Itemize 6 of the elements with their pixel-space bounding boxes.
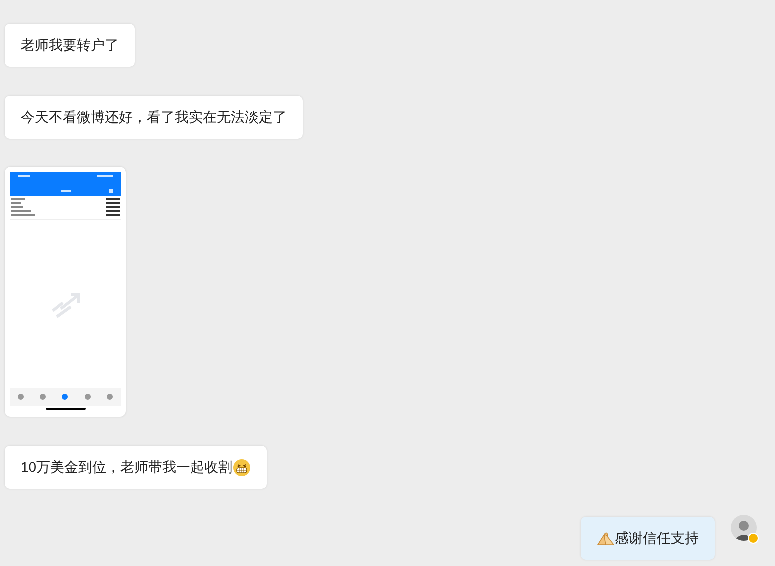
avatar[interactable] [731, 515, 757, 541]
message-bubble: 10万美金到位，老师带我一起收割 [5, 446, 267, 489]
message-bubble: 今天不看微博还好，看了我实在无法淡定了 [5, 96, 303, 139]
message-bubble: 老师我要转户了 [5, 24, 135, 67]
message-bubble: 感谢信任支持 [581, 517, 715, 560]
phone-screenshot-drawing[interactable] [5, 167, 126, 417]
